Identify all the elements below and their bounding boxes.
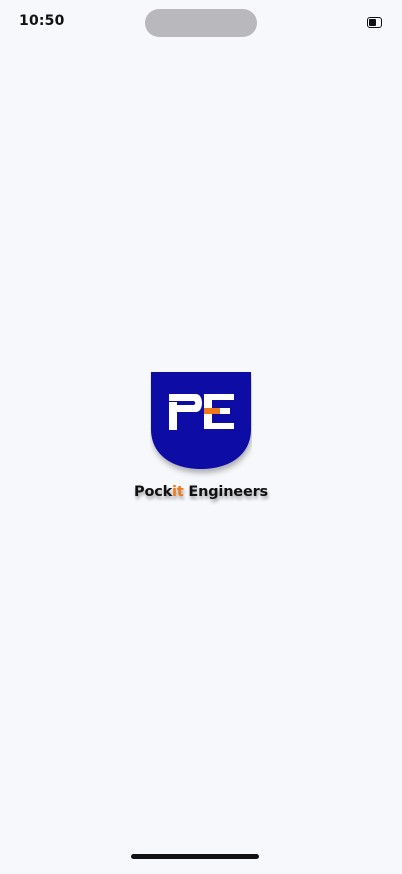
battery-icon <box>367 17 382 28</box>
status-bar: 10:50 <box>0 0 402 44</box>
dynamic-island <box>145 9 257 37</box>
brand-name-part2: Engineers <box>183 484 268 500</box>
splash-logo: Pockit Engineers <box>130 366 272 516</box>
status-time: 10:50 <box>19 13 65 29</box>
brand-name: Pockit Engineers <box>130 484 272 500</box>
home-indicator[interactable] <box>131 854 259 859</box>
shield-logo-icon <box>151 372 251 469</box>
brand-name-accent: it <box>172 484 184 500</box>
brand-name-part1: Pock <box>134 484 173 500</box>
